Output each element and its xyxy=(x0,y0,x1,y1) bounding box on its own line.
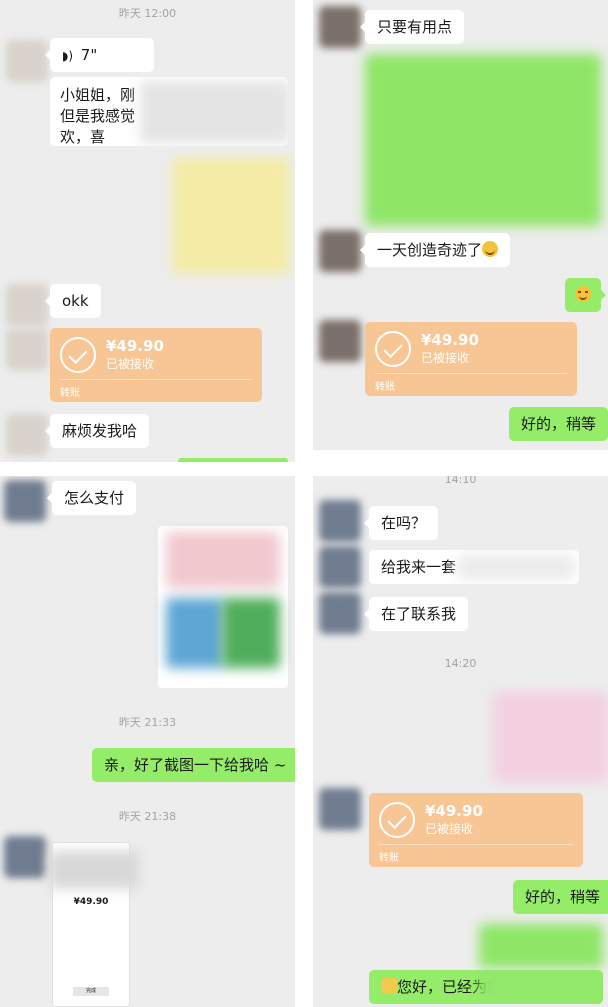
voice-icon: ◗) xyxy=(62,49,74,63)
transfer-status: 已被接收 xyxy=(421,351,470,365)
check-circle-icon xyxy=(379,802,415,838)
timestamp: 14:20 xyxy=(444,657,477,670)
text-message-blurred[interactable]: 小姐姐，刚 但是我感觉 欢，喜 xyxy=(50,77,288,146)
transfer-amount: ¥49.90 xyxy=(106,337,164,355)
check-circle-icon xyxy=(60,337,96,373)
avatar[interactable] xyxy=(6,414,48,456)
text-message[interactable]: 只要有用点 xyxy=(359,10,465,44)
transfer-card[interactable]: ¥49.90 已被接收 转账 xyxy=(365,322,577,396)
text-message-blurred[interactable]: 给我来一套 xyxy=(369,550,579,584)
blur-overlay xyxy=(140,81,288,143)
sent-message-partial[interactable]: 您好，已经为您 xyxy=(369,970,603,1004)
image-message[interactable] xyxy=(158,526,288,688)
avatar[interactable] xyxy=(319,546,361,588)
message-text: 一天创造奇迹了 xyxy=(377,241,483,259)
avatar[interactable] xyxy=(6,40,48,82)
avatar[interactable] xyxy=(319,788,361,830)
transfer-card[interactable]: ¥49.90 已被接收 转账 xyxy=(50,328,262,402)
text-message[interactable]: 怎么支付 xyxy=(46,481,137,515)
chat-screenshot-2: 只要有用点 一天创造奇迹了 ¥49.90 已被接收 转账 好的，稍等 xyxy=(313,0,608,450)
avatar[interactable] xyxy=(319,592,361,634)
voice-duration: 7" xyxy=(80,46,98,64)
text-message[interactable]: 在了联系我 xyxy=(363,597,469,631)
green-bubble-partial xyxy=(178,458,288,462)
avatar[interactable] xyxy=(319,230,361,272)
avatar[interactable] xyxy=(4,480,46,522)
chat-screenshot-4: 14:10 在吗？ 给我来一套 在了联系我 14:20 ¥49.90 已被接收 … xyxy=(313,476,608,1007)
sent-message[interactable]: 亲，好了截图一下给我哈 ~ xyxy=(92,748,295,782)
check-circle-icon xyxy=(375,331,411,367)
image-blur xyxy=(49,851,139,889)
emoji-message[interactable] xyxy=(565,278,606,312)
avatar[interactable] xyxy=(6,284,48,326)
avatar[interactable] xyxy=(4,836,46,878)
payment-screenshot[interactable]: ¥49.90 完成 xyxy=(49,842,139,1007)
green-message-blurred[interactable] xyxy=(365,54,601,226)
transfer-type: 转账 xyxy=(60,388,80,399)
timestamp: 昨天 21:33 xyxy=(118,716,177,729)
timestamp: 14:10 xyxy=(444,476,477,486)
blur-overlay xyxy=(457,554,575,580)
voice-message[interactable]: ◗) 7" xyxy=(45,38,154,72)
divider xyxy=(60,379,252,380)
reply-message[interactable]: 好的，稍等 xyxy=(509,407,608,441)
image-message-blurred[interactable] xyxy=(493,692,608,782)
reply-message[interactable]: 好的，稍等 xyxy=(513,880,608,914)
transfer-type: 转账 xyxy=(379,853,399,864)
payment-done-button: 完成 xyxy=(73,987,109,996)
timestamp: 昨天 12:00 xyxy=(118,7,177,20)
heart-emoji-icon xyxy=(381,978,397,994)
text-message[interactable]: 一天创造奇迹了 xyxy=(359,233,511,267)
message-text: 给我来一套 xyxy=(381,558,457,576)
image-message-blurred[interactable] xyxy=(172,158,290,274)
avatar[interactable] xyxy=(319,6,361,48)
chat-screenshot-3: 怎么支付 昨天 21:33 亲，好了截图一下给我哈 ~ 昨天 21:38 ¥49… xyxy=(0,476,295,1007)
text-message[interactable]: 麻烦发我哈 xyxy=(44,414,150,448)
avatar[interactable] xyxy=(6,328,48,370)
green-message-blurred[interactable] xyxy=(479,924,603,968)
timestamp: 昨天 21:38 xyxy=(118,810,177,823)
text-message[interactable]: 在吗？ xyxy=(363,506,439,540)
transfer-card[interactable]: ¥49.90 已被接收 转账 xyxy=(369,793,583,867)
avatar[interactable] xyxy=(319,320,361,362)
payment-amount: ¥49.90 xyxy=(73,897,109,907)
image-blur xyxy=(166,532,280,588)
transfer-amount: ¥49.90 xyxy=(425,802,483,820)
smile-emoji-icon xyxy=(575,286,591,302)
avatar[interactable] xyxy=(319,500,361,542)
text-message[interactable]: okk xyxy=(45,284,101,318)
image-blur xyxy=(166,598,224,668)
transfer-type: 转账 xyxy=(375,382,395,393)
transfer-status: 已被接收 xyxy=(425,822,474,836)
divider xyxy=(379,844,573,845)
transfer-status: 已被接收 xyxy=(106,357,155,371)
blur-overlay xyxy=(479,970,603,1004)
transfer-amount: ¥49.90 xyxy=(421,331,479,349)
image-blur xyxy=(222,598,280,668)
chat-screenshot-1: 昨天 12:00 ◗) 7" 小姐姐，刚 但是我感觉 欢，喜 okk ¥49.9… xyxy=(0,0,295,462)
divider xyxy=(375,373,567,374)
sweat-emoji-icon xyxy=(482,241,499,257)
